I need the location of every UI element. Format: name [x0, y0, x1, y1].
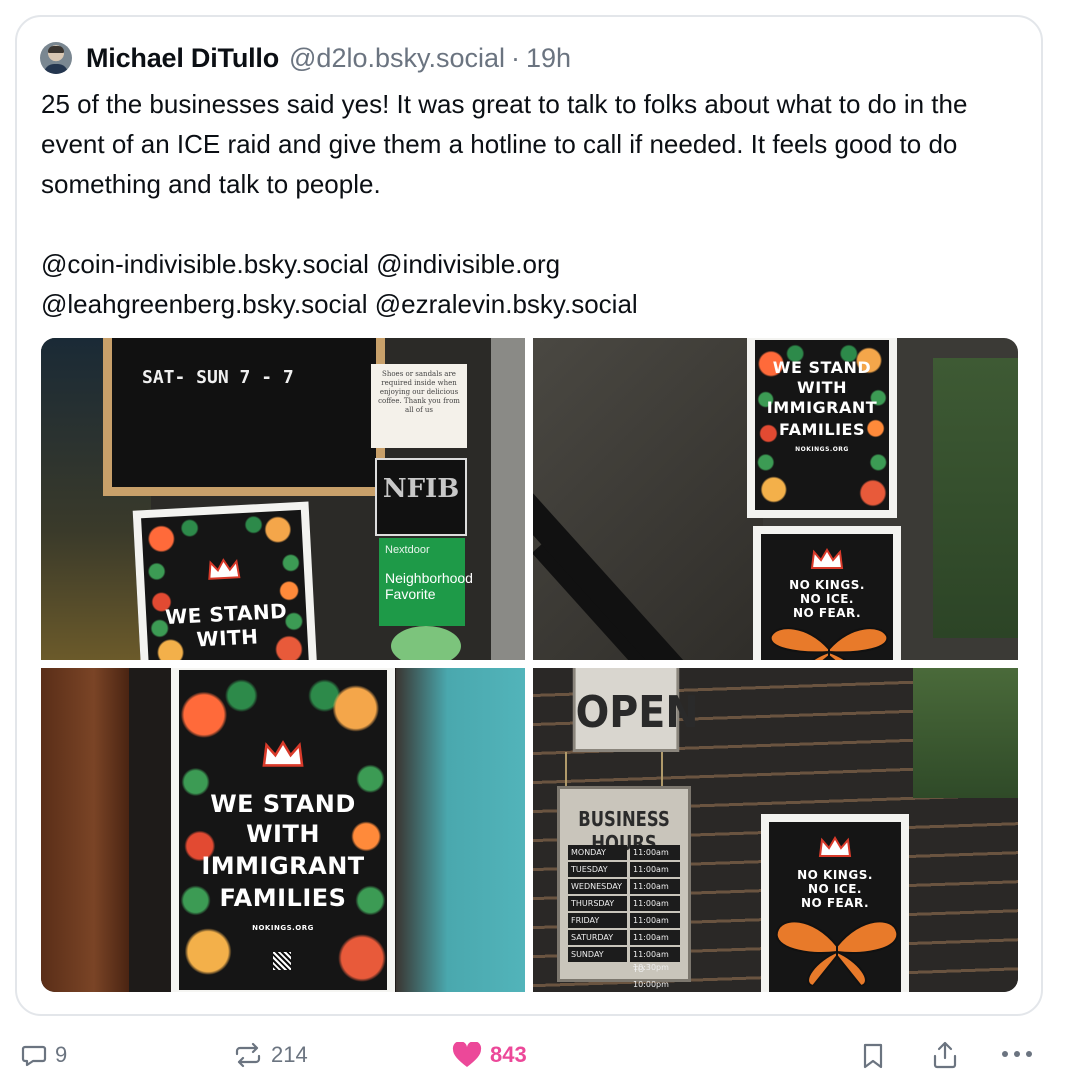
- poster-small-text: NOKINGS.ORG: [252, 924, 314, 932]
- mention-link[interactable]: @coin-indivisible.bsky.social: [41, 249, 369, 279]
- poster-we-stand-2: WE STAND WITH IMMIGRANT FAMILIES NOKINGS…: [747, 338, 897, 518]
- hours-time: 11:00am TO 10:30pm: [630, 930, 680, 972]
- hours-row: SUNDAY 11:00am TO 10:00pm: [568, 947, 680, 989]
- more-icon: [1002, 1051, 1032, 1057]
- poster-no-kings-2: NO KINGS. NO ICE. NO FEAR.: [761, 814, 909, 992]
- poster-line: WITH: [246, 820, 320, 848]
- hours-time: 11:00am TO 11:00pm: [630, 913, 680, 955]
- hours-day: TUESDAY: [568, 862, 627, 877]
- hours-time: 11:00am TO 10:00pm: [630, 947, 680, 989]
- hours-frame: SAT- SUN 7 - 7: [103, 338, 385, 496]
- share-button[interactable]: [931, 1040, 959, 1070]
- like-count: 843: [490, 1042, 527, 1067]
- nextdoor-main: Neighborhood Favorite: [385, 570, 473, 602]
- qr-code: [273, 952, 291, 970]
- hours-row: MONDAY11:00am TO 10:00pm: [568, 845, 680, 887]
- crown-icon: [810, 548, 844, 569]
- hours-day: SUNDAY: [568, 947, 627, 962]
- hours-row: WEDNESDAY11:00am TO 10:00pm: [568, 879, 680, 921]
- post-body: 25 of the businesses said yes! It was gr…: [41, 84, 1031, 324]
- poster-line: IMMIGRANT: [766, 398, 878, 417]
- crown-icon: [208, 558, 241, 580]
- post-image-3[interactable]: WE STAND WITH IMMIGRANT FAMILIES NOKINGS…: [41, 668, 525, 992]
- notice-sticker: Shoes or sandals are required inside whe…: [371, 364, 467, 448]
- hours-row: FRIDAY11:00am TO 11:00pm: [568, 913, 680, 955]
- crown-icon: [818, 836, 852, 857]
- poster-line: WE STAND: [210, 790, 356, 818]
- hours-time: 11:00am TO 10:00pm: [630, 879, 680, 921]
- author-handle[interactable]: @d2lo.bsky.social: [289, 43, 505, 74]
- post-image-2[interactable]: WE STAND WITH IMMIGRANT FAMILIES NOKINGS…: [533, 338, 1018, 660]
- mentions: @coin-indivisible.bsky.social @indivisib…: [41, 244, 1031, 324]
- hours-time: 11:00am TO 10:00pm: [630, 862, 680, 904]
- poster-line: NO FEAR.: [800, 896, 870, 910]
- poster-line: FAMILIES: [219, 884, 347, 912]
- hours-row: TUESDAY11:00am TO 10:00pm: [568, 862, 680, 904]
- nfib-sticker: NFIB: [375, 458, 467, 536]
- poster-line: WITH: [797, 378, 847, 397]
- butterfly-icon: [775, 920, 899, 986]
- butterfly-icon: [769, 627, 889, 660]
- hours-time: 11:00am TO 10:00pm: [630, 845, 680, 887]
- poster-line: NO KINGS.: [797, 868, 873, 882]
- poster-line: NO KINGS.: [789, 578, 865, 592]
- poster-line: FAMILIES: [779, 420, 865, 439]
- nextdoor-brand: Nextdoor: [385, 544, 430, 556]
- avatar[interactable]: [40, 42, 72, 74]
- bookmark-button[interactable]: [862, 1042, 884, 1070]
- poster-no-kings: NO KINGS. NO ICE. NO FEAR.: [753, 526, 901, 660]
- poster-line: NO FEAR.: [792, 606, 862, 620]
- business-hours-sign: BUSINESS HOURS MONDAY11:00am TO 10:00pmT…: [557, 786, 691, 989]
- mention-link[interactable]: @leahgreenberg.bsky.social: [41, 289, 368, 319]
- nextdoor-sticker: Nextdoor Neighborhood Favorite: [379, 538, 473, 626]
- reply-count: 9: [55, 1042, 68, 1067]
- heart-icon: [452, 1042, 482, 1067]
- post-header: Michael DiTullo @d2lo.bsky.social · 19h: [40, 38, 571, 78]
- open-sign: OPEN: [572, 668, 698, 752]
- poster-line: IMMIGRANT: [201, 852, 365, 880]
- hours-day: THURSDAY: [568, 896, 627, 911]
- hours-time: 11:00am TO 10:00pm: [630, 896, 680, 938]
- hours-day: SATURDAY: [568, 930, 627, 945]
- poster-line: NO ICE.: [808, 882, 862, 896]
- poster-line: NO ICE.: [800, 592, 854, 606]
- hours-row: SATURDAY11:00am TO 10:30pm: [568, 930, 680, 972]
- frame-text: SAT- SUN 7 - 7: [142, 367, 294, 388]
- poster-line: WE STAND: [772, 358, 872, 377]
- post-time[interactable]: 19h: [526, 43, 571, 74]
- like-button[interactable]: 843: [452, 1042, 527, 1068]
- author-name[interactable]: Michael DiTullo: [86, 43, 279, 74]
- crown-icon: [262, 740, 304, 767]
- repost-button[interactable]: 214: [233, 1042, 308, 1068]
- reply-icon: [21, 1045, 47, 1067]
- post-actions: 9 214 843: [0, 1036, 1066, 1080]
- hours-row: THURSDAY11:00am TO 10:00pm: [568, 896, 680, 938]
- repost-count: 214: [271, 1042, 308, 1067]
- hours-day: FRIDAY: [568, 913, 627, 928]
- poster-we-stand-3: WE STAND WITH IMMIGRANT FAMILIES NOKINGS…: [171, 668, 395, 992]
- hours-day: WEDNESDAY: [568, 879, 627, 894]
- poster-small-text: NOKINGS.ORG: [795, 446, 849, 453]
- separator: ·: [511, 42, 521, 73]
- mention-link[interactable]: @indivisible.org: [376, 249, 560, 279]
- post-text: 25 of the businesses said yes! It was gr…: [41, 89, 968, 199]
- share-icon: [933, 1041, 957, 1069]
- post-image-4[interactable]: OPEN BUSINESS HOURS MONDAY11:00am TO 10:…: [533, 668, 1018, 992]
- more-options-button[interactable]: [1000, 1044, 1034, 1064]
- bookmark-icon: [863, 1043, 883, 1069]
- repost-icon: [235, 1042, 261, 1068]
- mention-link[interactable]: @ezralevin.bsky.social: [375, 289, 638, 319]
- poster-we-stand: WE STAND WITH: [132, 501, 318, 660]
- hours-day: MONDAY: [568, 845, 627, 860]
- post-image-1[interactable]: SAT- SUN 7 - 7 Shoes or sandals are requ…: [41, 338, 525, 660]
- reply-button[interactable]: 9: [21, 1042, 67, 1068]
